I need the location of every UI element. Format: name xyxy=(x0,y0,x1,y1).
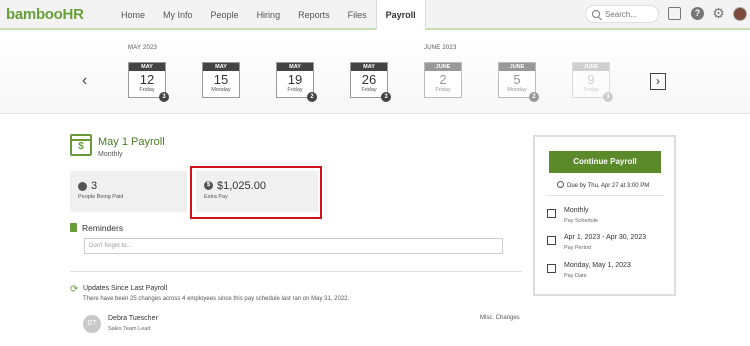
person-icon xyxy=(78,182,87,191)
employee-role: Sales Team Lead xyxy=(108,326,151,332)
pay-schedule-label: Pay Schedule xyxy=(564,218,598,224)
pay-date-card[interactable]: MAY 19 Friday 2 xyxy=(276,62,317,102)
payroll-summary-panel: Continue Payroll Due by Thu, Apr 27 at 3… xyxy=(533,135,676,296)
card-month: JUNE xyxy=(425,63,461,71)
prev-arrow-icon[interactable]: ‹ xyxy=(82,72,87,90)
employee-name[interactable]: Debra Tuescher xyxy=(108,315,158,322)
pay-date-card[interactable]: JUNE 5 Monday 2 xyxy=(498,62,539,102)
nav-payroll[interactable]: Payroll xyxy=(375,0,426,30)
updates-title: Updates Since Last Payroll xyxy=(83,285,168,292)
refresh-icon: ⟳ xyxy=(70,284,79,295)
card-weekday: Friday xyxy=(583,87,599,93)
pay-date-value: Monday, May 1, 2023 xyxy=(564,262,631,269)
schedule-icon xyxy=(547,209,556,218)
people-label: People Being Paid xyxy=(78,194,124,200)
main-nav: Home My Info People Hiring Reports Files… xyxy=(112,0,426,30)
card-month: MAY xyxy=(277,63,313,71)
nav-people[interactable]: People xyxy=(202,0,248,30)
card-month: JUNE xyxy=(573,63,609,71)
bank-icon xyxy=(547,264,556,273)
pay-period-value: Apr 1, 2023 - Apr 30, 2023 xyxy=(564,234,647,241)
change-type: Misc. Changes xyxy=(480,315,520,321)
nav-files[interactable]: Files xyxy=(339,0,376,30)
card-badge: 3 xyxy=(159,92,169,102)
nav-hiring[interactable]: Hiring xyxy=(248,0,290,30)
due-text: Due by Thu, Apr 27 at 3:00 PM xyxy=(567,183,650,189)
pay-schedule-value: Monthly xyxy=(564,207,589,214)
pay-date-card[interactable]: JUNE 2 Friday xyxy=(424,62,462,98)
bamboohr-logo[interactable]: bambooHR xyxy=(6,6,84,23)
page-title: May 1 Payroll xyxy=(98,136,165,148)
people-paid-stat[interactable]: 3 People Being Paid xyxy=(70,171,187,212)
nav-my-info[interactable]: My Info xyxy=(154,0,202,30)
inbox-icon[interactable] xyxy=(668,7,681,20)
nav-home[interactable]: Home xyxy=(112,0,154,30)
pay-date-card[interactable]: MAY 26 Friday 3 xyxy=(350,62,391,102)
pay-date-card[interactable]: MAY 12 Friday 3 xyxy=(128,62,169,102)
card-weekday: Friday xyxy=(287,87,303,93)
card-day: 26 xyxy=(361,72,377,87)
continue-payroll-button[interactable]: Continue Payroll xyxy=(549,151,661,173)
gear-icon[interactable]: ⚙ xyxy=(712,6,725,20)
card-month: JUNE xyxy=(499,63,535,71)
due-date: Due by Thu, Apr 27 at 3:00 PM xyxy=(557,181,649,189)
card-badge: 3 xyxy=(603,92,613,102)
pay-date-card[interactable]: JUNE 9 Friday 3 xyxy=(572,62,613,102)
search-box[interactable] xyxy=(585,5,659,23)
card-weekday: Friday xyxy=(435,87,451,93)
people-count: 3 xyxy=(91,180,98,192)
section-divider xyxy=(70,271,522,272)
top-nav-bar: bambooHR Home My Info People Hiring Repo… xyxy=(0,0,750,30)
card-weekday: Monday xyxy=(211,87,231,93)
pay-period-label: Pay Period xyxy=(564,245,591,251)
pay-frequency: Monthly xyxy=(98,151,123,158)
help-icon[interactable]: ? xyxy=(691,7,704,20)
card-weekday: Friday xyxy=(361,87,377,93)
pay-date-label: Pay Date xyxy=(564,273,587,279)
card-weekday: Friday xyxy=(139,87,155,93)
month-label-may: MAY 2023 xyxy=(128,45,158,51)
card-day: 15 xyxy=(213,72,229,87)
user-avatar[interactable] xyxy=(733,7,747,21)
calendar-icon xyxy=(547,236,556,245)
pay-date-card[interactable]: MAY 15 Monday xyxy=(202,62,240,98)
next-arrow-button[interactable]: › xyxy=(650,73,666,90)
employee-avatar: DT xyxy=(83,315,101,333)
card-badge: 2 xyxy=(529,92,539,102)
card-month: MAY xyxy=(203,63,239,71)
card-day: 9 xyxy=(587,72,595,87)
card-day: 5 xyxy=(513,72,521,87)
card-day: 12 xyxy=(139,72,155,87)
payroll-calendar-icon: $ xyxy=(70,134,92,156)
search-icon xyxy=(592,10,600,18)
card-weekday: Monday xyxy=(507,87,527,93)
nav-reports[interactable]: Reports xyxy=(289,0,339,30)
card-day: 19 xyxy=(287,72,303,87)
reminder-input[interactable]: Don't forget to... xyxy=(84,238,503,254)
reminder-icon xyxy=(70,223,77,232)
month-label-june: JUNE 2023 xyxy=(424,45,457,51)
card-month: MAY xyxy=(351,63,387,71)
card-badge: 3 xyxy=(381,92,391,102)
panel-divider xyxy=(547,195,664,196)
highlight-box xyxy=(190,166,322,219)
reminders-title: Reminders xyxy=(82,223,124,233)
search-input[interactable] xyxy=(605,9,655,19)
updates-description: There have been 25 changes across 4 empl… xyxy=(83,296,350,302)
card-badge: 2 xyxy=(307,92,317,102)
card-day: 2 xyxy=(439,72,447,87)
card-month: MAY xyxy=(129,63,165,71)
clock-icon xyxy=(557,181,564,188)
